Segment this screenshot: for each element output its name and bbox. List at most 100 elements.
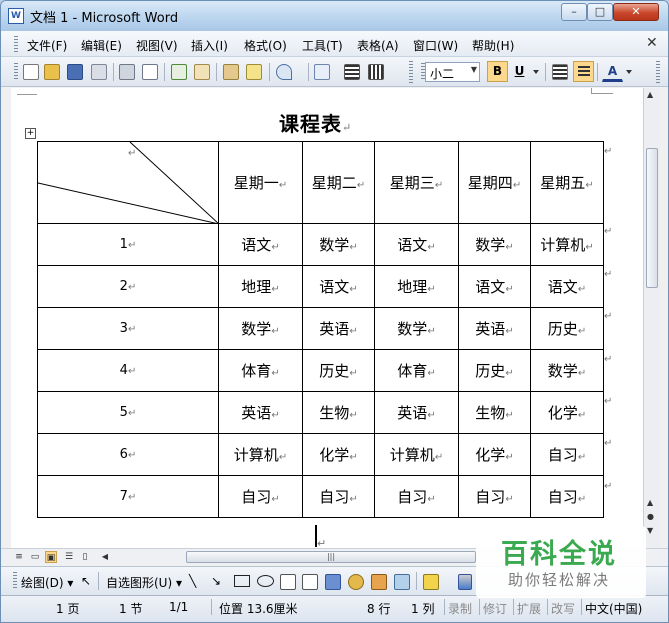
period-number-cell[interactable]: 6↵ (37, 433, 219, 476)
menu-insert[interactable]: 插入(I) (191, 37, 228, 54)
subject-cell[interactable]: 生物↵ (458, 391, 531, 434)
menu-table[interactable]: 表格(A) (357, 37, 399, 54)
subject-cell[interactable]: 计算机↵ (530, 223, 604, 266)
subject-cell[interactable]: 自习↵ (458, 475, 531, 518)
subject-cell[interactable]: 自习↵ (530, 433, 604, 476)
subject-cell[interactable]: 历史↵ (302, 349, 375, 392)
subject-cell[interactable]: 地理↵ (218, 265, 303, 308)
header-cell[interactable]: 星期四↵ (458, 141, 531, 224)
menu-window[interactable]: 窗口(W) (413, 37, 458, 54)
status-extend[interactable]: 扩展 (517, 600, 541, 617)
period-number-cell[interactable]: 2↵ (37, 265, 219, 308)
web-layout-view-icon[interactable]: ▭ (29, 551, 41, 563)
oval-icon[interactable] (257, 575, 274, 587)
spelling-icon[interactable] (171, 64, 187, 80)
undo-icon[interactable] (276, 64, 292, 80)
format-painter-icon[interactable] (246, 64, 262, 80)
subject-cell[interactable]: 化学↵ (458, 433, 531, 476)
word-app-icon[interactable]: W (8, 8, 24, 24)
subject-cell[interactable]: 英语↵ (218, 391, 303, 434)
document-title[interactable]: 课程表↵ (279, 108, 352, 137)
subject-cell[interactable]: 化学↵ (302, 433, 375, 476)
subject-cell[interactable]: 数学↵ (302, 223, 375, 266)
font-color-dropdown-icon[interactable] (626, 70, 632, 74)
text-box-icon[interactable] (280, 574, 296, 590)
header-cell[interactable]: 星期一↵ (218, 141, 303, 224)
subject-cell[interactable]: 自习↵ (218, 475, 303, 518)
permission-icon[interactable] (91, 64, 107, 80)
bold-button[interactable]: B (487, 61, 508, 82)
wordart-icon[interactable] (325, 574, 341, 590)
new-document-icon[interactable] (23, 64, 39, 80)
normal-view-icon[interactable]: ≡ (13, 551, 25, 563)
columns-icon[interactable] (344, 64, 360, 80)
menubar-grip[interactable] (14, 36, 18, 52)
subject-cell[interactable]: 语文↵ (302, 265, 375, 308)
insert-table-icon[interactable] (314, 64, 330, 80)
paste-icon[interactable] (223, 64, 239, 80)
period-number-cell[interactable]: 3↵ (37, 307, 219, 350)
research-icon[interactable] (194, 64, 210, 80)
drawing-toolbar-grip[interactable] (13, 572, 17, 590)
subject-cell[interactable]: 自习↵ (374, 475, 459, 518)
justify-icon[interactable] (552, 64, 568, 80)
scroll-up-icon[interactable]: ▲ (647, 90, 653, 99)
format-toolbar-overflow[interactable] (656, 61, 660, 83)
toolbar-overflow[interactable] (409, 61, 413, 83)
close-button[interactable]: ✕ (613, 3, 659, 21)
menu-format[interactable]: 格式(O) (244, 37, 287, 54)
subject-cell[interactable]: 计算机↵ (374, 433, 459, 476)
next-page-icon[interactable]: ▼ (647, 526, 653, 535)
subject-cell[interactable]: 英语↵ (374, 391, 459, 434)
text-direction-icon[interactable] (368, 64, 384, 80)
previous-page-icon[interactable]: ▲ (647, 498, 653, 507)
toolbar-grip[interactable] (14, 63, 18, 81)
draw-menu-button[interactable]: 绘图(D) ▾ (21, 574, 73, 591)
subject-cell[interactable]: 数学↵ (218, 307, 303, 350)
font-size-select[interactable]: 小二 ▼ (425, 62, 480, 82)
subject-cell[interactable]: 历史↵ (458, 349, 531, 392)
table-move-handle-icon[interactable]: + (25, 128, 36, 139)
select-browse-object-icon[interactable]: ● (647, 512, 654, 521)
font-color-button[interactable]: A (602, 61, 623, 82)
menu-file[interactable]: 文件(F) (27, 37, 67, 54)
subject-cell[interactable]: 体育↵ (374, 349, 459, 392)
print-icon[interactable] (119, 64, 135, 80)
subject-cell[interactable]: 语文↵ (218, 223, 303, 266)
subject-cell[interactable]: 体育↵ (218, 349, 303, 392)
line-icon[interactable]: ╲ (189, 574, 196, 588)
vertical-scroll-thumb[interactable] (646, 148, 658, 288)
underline-button[interactable]: U (509, 61, 530, 82)
period-number-cell[interactable]: 4↵ (37, 349, 219, 392)
subject-cell[interactable]: 历史↵ (530, 307, 604, 350)
subject-cell[interactable]: 英语↵ (458, 307, 531, 350)
period-number-cell[interactable]: 7↵ (37, 475, 219, 518)
horizontal-scroll-thumb[interactable]: ||| (186, 551, 476, 563)
period-number-cell[interactable]: 1↵ (37, 223, 219, 266)
subject-cell[interactable]: 化学↵ (530, 391, 604, 434)
subject-cell[interactable]: 自习↵ (302, 475, 375, 518)
vertical-scrollbar[interactable]: ▲ ▲ ● ▼ (643, 88, 660, 548)
header-cell[interactable]: 星期五↵ (530, 141, 604, 224)
status-record[interactable]: 录制 (448, 600, 472, 617)
underline-dropdown-icon[interactable] (533, 70, 539, 74)
minimize-button[interactable]: – (561, 3, 587, 21)
select-objects-icon[interactable]: ↖ (81, 574, 91, 588)
header-cell[interactable]: 星期二↵ (302, 141, 375, 224)
autoshapes-menu-button[interactable]: 自选图形(U) ▾ (106, 574, 182, 591)
subject-cell[interactable]: 英语↵ (302, 307, 375, 350)
status-overtype[interactable]: 改写 (551, 600, 575, 617)
diagonal-header-cell[interactable]: ↵ (37, 141, 219, 224)
insert-picture-icon[interactable] (394, 574, 410, 590)
menu-tools[interactable]: 工具(T) (302, 37, 343, 54)
document-close-icon[interactable]: ✕ (646, 35, 658, 51)
vertical-text-box-icon[interactable] (302, 574, 318, 590)
subject-cell[interactable]: 计算机↵ (218, 433, 303, 476)
status-track-changes[interactable]: 修订 (483, 600, 507, 617)
subject-cell[interactable]: 数学↵ (374, 307, 459, 350)
line-color-icon[interactable] (458, 574, 472, 590)
clip-art-icon[interactable] (371, 574, 387, 590)
document-page[interactable]: 课程表↵ + ↵ 星期一↵ 星期二↵ 星期三↵ 星期四↵ 星期五↵ 1↵ 语文↵… (11, 88, 643, 548)
subject-cell[interactable]: 语文↵ (458, 265, 531, 308)
arrow-icon[interactable]: ↘ (211, 574, 221, 588)
